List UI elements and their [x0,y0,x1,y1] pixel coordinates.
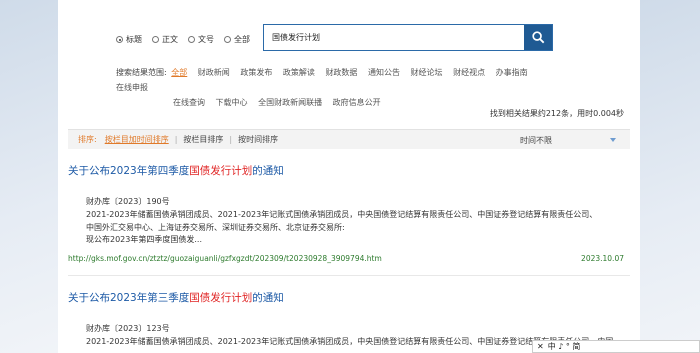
floating-toolbar-text: 中 ♪ ° 简 [547,342,581,351]
search-icon [531,31,544,44]
scope-item-online-query[interactable]: 在线查询 [173,98,205,107]
radio-dot-icon [116,36,123,43]
result-item: 关于公布2023年第四季度国债发行计划的通知 财办库〔2023〕190号 202… [68,163,630,263]
scope-item-policy-release[interactable]: 政策发布 [240,68,272,77]
scope-item-download[interactable]: 下载中心 [216,98,248,107]
scope-item-news-broadcast[interactable]: 全国财政新闻联播 [258,98,322,107]
floating-toolbar[interactable]: ✕ 中 ♪ ° 简 [532,340,700,353]
scope-item-notices[interactable]: 通知公告 [368,68,400,77]
result-stats: 找到相关结果约212条，用时0.004秒 [489,109,624,118]
result-date: 2023.10.07 [581,253,624,263]
scope-label: 搜索结果范围: [116,68,167,77]
scope-item-finance-news[interactable]: 财政新闻 [198,68,230,77]
search-scope: 搜索结果范围: 全部 财政新闻 政策发布 政策解读 财政数据 通知公告 财经论坛… [116,65,576,110]
result-doc-number: 财办库〔2023〕123号 [86,324,170,333]
scope-item-policy-interpretation[interactable]: 政策解读 [283,68,315,77]
result-doc-number: 财办库〔2023〕190号 [86,197,170,206]
divider [68,275,630,276]
scope-item-viewpoint[interactable]: 财经视点 [453,68,485,77]
scope-item-online-declare[interactable]: 在线申报 [116,83,148,92]
radio-doc-number[interactable]: 文号 [188,34,214,45]
search-input[interactable] [264,25,524,50]
scope-item-gov-info[interactable]: 政府信息公开 [333,98,381,107]
background-left [0,0,60,353]
sort-by-time[interactable]: 按时间排序 [238,134,278,145]
search-field-options: 标题 正文 文号 全部 [116,34,250,45]
chevron-down-icon[interactable] [610,138,616,142]
radio-all[interactable]: 全部 [224,34,250,45]
radio-dot-icon [152,36,159,43]
sort-by-column-time[interactable]: 按栏目加时间排序 [105,134,169,145]
background-right [640,0,700,353]
radio-dot-icon [188,36,195,43]
search-results-page: 标题 正文 文号 全部 搜索结果范围: 全部 财政新闻 政策发布 政策解读 财政… [58,0,640,353]
sort-by-column[interactable]: 按栏目排序 [183,134,223,145]
scope-item-finance-data[interactable]: 财政数据 [325,68,357,77]
result-title-link[interactable]: 关于公布2023年第三季度国债发行计划的通知 [68,290,630,305]
sort-separator: | [229,135,233,144]
result-footer: http://gks.mof.gov.cn/ztztz/guozaiguanli… [68,254,630,263]
radio-dot-icon [224,36,231,43]
result-snippet: 2021-2023年储蓄国债承销团成员、2021-2023年记账式国债承销团成员… [86,210,598,244]
result-title-link[interactable]: 关于公布2023年第四季度国债发行计划的通知 [68,163,630,178]
result-url-link[interactable]: http://gks.mof.gov.cn/ztztz/guozaiguanli… [68,254,382,263]
sort-label: 排序: [78,135,97,144]
sort-bar: 排序: 按栏目加时间排序 | 按栏目排序 | 按时间排序 时间不限 [68,129,630,149]
scope-item-all[interactable]: 全部 [171,68,187,77]
scope-item-guide[interactable]: 办事指南 [496,68,528,77]
search-box [263,24,553,51]
highlight-keyword: 国债发行计划 [189,292,253,304]
scope-item-forum[interactable]: 财经论坛 [411,68,443,77]
close-icon[interactable]: ✕ [537,342,544,351]
time-filter[interactable]: 时间不限 [520,135,552,146]
radio-body[interactable]: 正文 [152,34,178,45]
highlight-keyword: 国债发行计划 [189,165,253,177]
sort-separator: | [174,135,178,144]
radio-title[interactable]: 标题 [116,34,142,45]
search-button[interactable] [524,25,552,50]
